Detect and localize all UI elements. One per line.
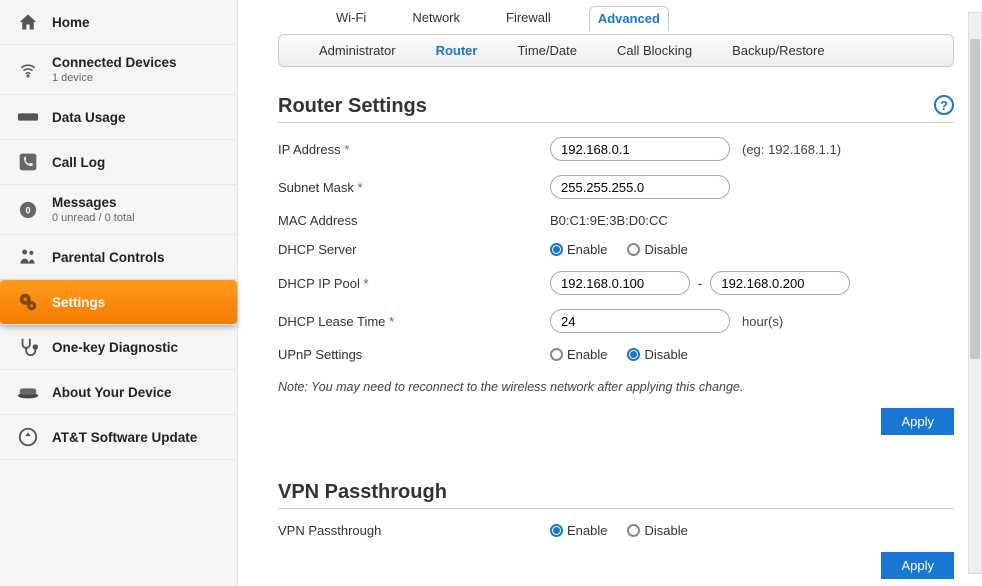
device-icon [14, 380, 42, 404]
radio-unchecked-icon [627, 243, 640, 256]
home-icon [14, 10, 42, 34]
sidebar-item-label: Connected Devices [52, 55, 223, 70]
sidebar-item-sublabel: 0 unread / 0 total [52, 212, 223, 224]
sidebar-item-label: Parental Controls [52, 250, 223, 265]
messages-icon: 0 [14, 198, 42, 222]
sidebar-item-call-log[interactable]: Call Log [0, 140, 237, 185]
vpn-passthrough-label: VPN Passthrough [278, 523, 550, 538]
subtab-router[interactable]: Router [436, 43, 478, 58]
help-icon[interactable]: ? [934, 95, 954, 115]
subtab-call-blocking[interactable]: Call Blocking [617, 43, 692, 58]
tab-advanced[interactable]: Advanced [589, 6, 669, 31]
sidebar-item-home[interactable]: Home [0, 0, 237, 45]
wifi-icon [14, 58, 42, 82]
data-usage-icon [14, 105, 42, 129]
radio-unchecked-icon [550, 348, 563, 361]
sidebar-item-label: AT&T Software Update [52, 430, 223, 445]
sidebar-item-sublabel: 1 device [52, 72, 223, 84]
ip-address-label: IP Address * [278, 142, 550, 157]
top-tabs: Wi-Fi Network Firewall Advanced [278, 0, 954, 35]
tab-firewall[interactable]: Firewall [498, 6, 559, 31]
dhcp-pool-start-input[interactable] [550, 271, 690, 295]
router-settings-title: Router Settings ? [278, 95, 954, 123]
dhcp-lease-input[interactable] [550, 309, 730, 333]
sidebar-item-data-usage[interactable]: Data Usage [0, 95, 237, 140]
vpn-disable-radio[interactable]: Disable [627, 523, 687, 538]
dhcp-lease-label: DHCP Lease Time * [278, 314, 550, 329]
subtab-timedate[interactable]: Time/Date [517, 43, 576, 58]
sidebar-item-label: Data Usage [52, 110, 223, 125]
pool-separator: - [698, 276, 702, 291]
sidebar-item-about[interactable]: About Your Device [0, 370, 237, 415]
scrollbar[interactable] [968, 12, 982, 574]
dhcp-enable-radio[interactable]: Enable [550, 242, 607, 257]
radio-checked-icon [627, 348, 640, 361]
upnp-disable-radio[interactable]: Disable [627, 347, 687, 362]
tab-wifi[interactable]: Wi-Fi [328, 6, 374, 31]
subtab-backup-restore[interactable]: Backup/Restore [732, 43, 825, 58]
sidebar-item-diagnostic[interactable]: One-key Diagnostic [0, 325, 237, 370]
radio-unchecked-icon [627, 524, 640, 537]
sidebar-item-label: One-key Diagnostic [52, 340, 223, 355]
gear-icon [14, 290, 42, 314]
section-title-text: Router Settings [278, 95, 427, 117]
upnp-label: UPnP Settings [278, 347, 550, 362]
mac-address-value: B0:C1:9E:3B:D0:CC [550, 213, 668, 228]
sidebar-item-label: Settings [52, 295, 223, 310]
parental-icon [14, 245, 42, 269]
router-apply-button[interactable]: Apply [881, 408, 954, 435]
phone-icon [14, 150, 42, 174]
ip-address-hint: (eg: 192.168.1.1) [742, 142, 841, 157]
sidebar-item-parental-controls[interactable]: Parental Controls [0, 235, 237, 280]
update-icon [14, 425, 42, 449]
mac-address-label: MAC Address [278, 213, 550, 228]
router-note: Note: You may need to reconnect to the w… [278, 380, 954, 394]
sidebar-item-label: About Your Device [52, 385, 223, 400]
dhcp-disable-radio[interactable]: Disable [627, 242, 687, 257]
dhcp-server-label: DHCP Server [278, 242, 550, 257]
upnp-enable-radio[interactable]: Enable [550, 347, 607, 362]
sub-tabs: Administrator Router Time/Date Call Bloc… [278, 34, 954, 67]
sidebar-item-messages[interactable]: 0 Messages 0 unread / 0 total [0, 185, 237, 235]
sidebar-item-connected-devices[interactable]: Connected Devices 1 device [0, 45, 237, 95]
radio-checked-icon [550, 524, 563, 537]
tab-network[interactable]: Network [404, 6, 468, 31]
sidebar-item-label: Call Log [52, 155, 223, 170]
subtab-administrator[interactable]: Administrator [319, 43, 396, 58]
svg-text:0: 0 [25, 205, 30, 215]
radio-checked-icon [550, 243, 563, 256]
lease-unit: hour(s) [742, 314, 783, 329]
stethoscope-icon [14, 335, 42, 359]
subnet-mask-input[interactable] [550, 175, 730, 199]
subnet-mask-label: Subnet Mask * [278, 180, 550, 195]
main-content: Wi-Fi Network Firewall Advanced Administ… [238, 0, 982, 586]
sidebar-item-label: Home [52, 15, 223, 30]
scrollbar-thumb[interactable] [970, 39, 980, 359]
vpn-section-title: VPN Passthrough [278, 481, 954, 509]
sidebar: Home Connected Devices 1 device Data Usag… [0, 0, 238, 586]
ip-address-input[interactable] [550, 137, 730, 161]
sidebar-item-label: Messages [52, 195, 223, 210]
vpn-apply-button[interactable]: Apply [881, 552, 954, 579]
sidebar-item-software-update[interactable]: AT&T Software Update [0, 415, 237, 460]
dhcp-pool-end-input[interactable] [710, 271, 850, 295]
dhcp-pool-label: DHCP IP Pool * [278, 276, 550, 291]
vpn-enable-radio[interactable]: Enable [550, 523, 607, 538]
sidebar-item-settings[interactable]: Settings [0, 280, 237, 325]
